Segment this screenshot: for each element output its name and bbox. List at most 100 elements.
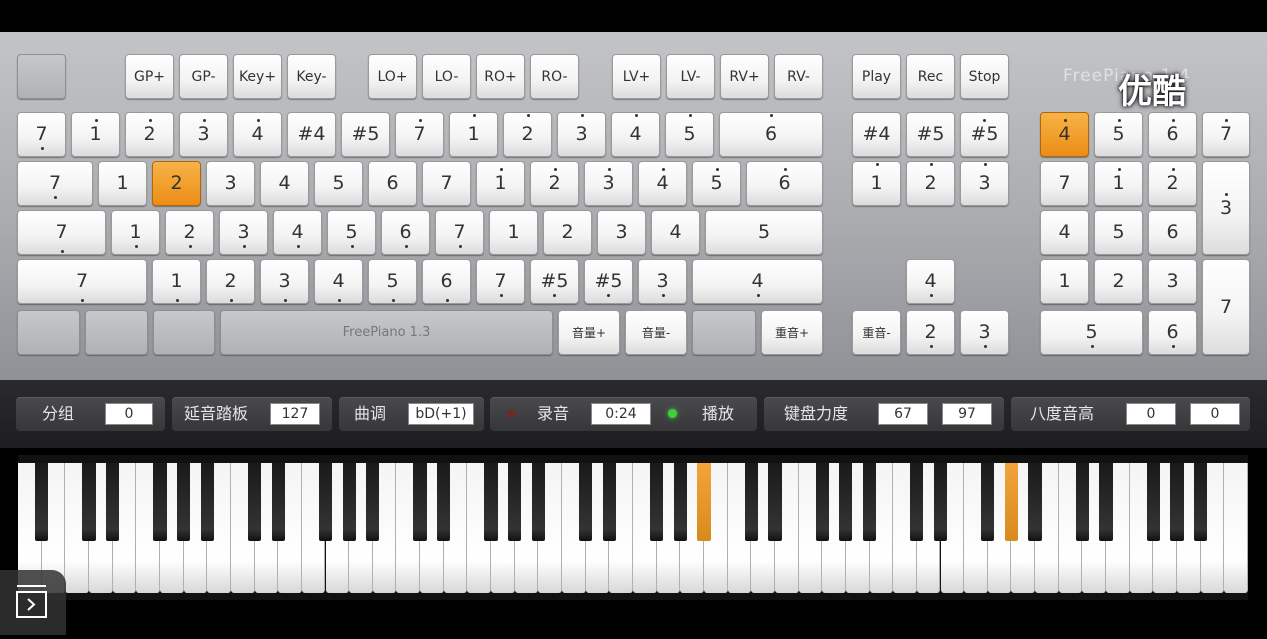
key-5[interactable]: 5 xyxy=(314,161,363,206)
rv-plus-button[interactable]: RV+ xyxy=(720,54,769,99)
key-plus-button[interactable]: Key+ xyxy=(233,54,282,99)
piano-black-key[interactable] xyxy=(1146,463,1160,541)
numpad-plus-key[interactable]: 3 xyxy=(1202,161,1250,255)
numpad-key-3[interactable]: 3 xyxy=(1148,259,1197,304)
key-1[interactable]: 1 xyxy=(449,112,498,157)
key-sharp5[interactable]: #5 xyxy=(906,112,955,157)
key-2[interactable]: 2 xyxy=(152,161,201,206)
piano-black-key[interactable] xyxy=(650,463,664,541)
piano-black-key[interactable] xyxy=(673,463,687,541)
piano-black-key[interactable] xyxy=(247,463,262,541)
piano-black-key[interactable] xyxy=(981,463,995,541)
key-5[interactable]: 5 xyxy=(368,259,417,304)
key-value-field[interactable]: bD(+1) xyxy=(408,403,474,425)
sustain-value-field[interactable]: 127 xyxy=(270,403,320,425)
lo-minus-button[interactable]: LO- xyxy=(422,54,471,99)
lv-plus-button[interactable]: LV+ xyxy=(612,54,661,99)
repeat-up-button[interactable]: 重音+ xyxy=(761,310,823,355)
piano-black-key[interactable] xyxy=(910,463,924,541)
key-1[interactable]: 1 xyxy=(476,161,525,206)
key-2[interactable]: 2 xyxy=(165,210,214,255)
piano-black-key[interactable] xyxy=(579,463,593,541)
blank-key[interactable] xyxy=(692,310,756,355)
blank-key[interactable] xyxy=(153,310,215,355)
gp-plus-button[interactable]: GP+ xyxy=(125,54,174,99)
key-2[interactable]: 2 xyxy=(906,161,955,206)
rec-button[interactable]: Rec xyxy=(906,54,955,99)
numpad-key-2[interactable]: 2 xyxy=(1094,259,1143,304)
record-label[interactable]: 录音 xyxy=(537,397,569,431)
piano-black-key[interactable] xyxy=(366,463,380,541)
key-3[interactable]: 3 xyxy=(597,210,646,255)
key-2[interactable]: 2 xyxy=(530,161,579,206)
piano-black-key[interactable] xyxy=(839,463,853,541)
key-6[interactable]: 6 xyxy=(746,161,823,206)
key-sharp5[interactable]: #5 xyxy=(341,112,390,157)
key-3[interactable]: 3 xyxy=(557,112,606,157)
key-6[interactable]: 6 xyxy=(422,259,471,304)
piano-white-key[interactable] xyxy=(1224,463,1248,593)
numpad-key-7[interactable]: 7 xyxy=(1040,161,1089,206)
key-7[interactable]: 7 xyxy=(17,259,147,304)
key-3[interactable]: 3 xyxy=(219,210,268,255)
key-7[interactable]: 7 xyxy=(476,259,525,304)
key-4[interactable]: 4 xyxy=(273,210,322,255)
key-1[interactable]: 1 xyxy=(98,161,147,206)
group-value-field[interactable]: 0 xyxy=(105,403,153,425)
piano-black-key[interactable] xyxy=(744,463,758,541)
piano-black-key[interactable] xyxy=(82,463,96,541)
piano-black-key[interactable] xyxy=(437,463,451,541)
piano-black-key[interactable] xyxy=(933,463,948,541)
key-7[interactable]: 7 xyxy=(422,161,471,206)
key-3[interactable]: 3 xyxy=(260,259,309,304)
piano-black-key[interactable] xyxy=(1099,463,1113,541)
key-4[interactable]: 4 xyxy=(651,210,700,255)
key-2[interactable]: 2 xyxy=(206,259,255,304)
piano-black-key[interactable] xyxy=(1194,463,1208,541)
key-5[interactable]: 5 xyxy=(327,210,376,255)
key-2[interactable]: 2 xyxy=(906,310,955,355)
key-6[interactable]: 6 xyxy=(381,210,430,255)
piano-black-key[interactable] xyxy=(1170,463,1184,541)
rv-minus-button[interactable]: RV- xyxy=(774,54,823,99)
key-2[interactable]: 2 xyxy=(125,112,174,157)
key-7[interactable]: 7 xyxy=(17,210,106,255)
volume-down-button[interactable]: 音量- xyxy=(625,310,687,355)
key-1[interactable]: 1 xyxy=(489,210,538,255)
player-overlay-button[interactable] xyxy=(0,570,66,635)
key-4[interactable]: 4 xyxy=(611,112,660,157)
piano-black-key[interactable] xyxy=(200,463,214,541)
piano-black-key[interactable] xyxy=(862,463,877,541)
piano-black-key[interactable] xyxy=(342,463,356,541)
key-5[interactable]: 5 xyxy=(705,210,823,255)
key-3[interactable]: 3 xyxy=(584,161,633,206)
numpad-key-5[interactable]: 5 xyxy=(1094,112,1143,157)
key-4[interactable]: 4 xyxy=(906,259,955,304)
ro-minus-button[interactable]: RO- xyxy=(530,54,579,99)
key-sharp5[interactable]: #5 xyxy=(530,259,579,304)
key-5[interactable]: 5 xyxy=(665,112,714,157)
play-button[interactable]: Play xyxy=(852,54,901,99)
numpad-key-5[interactable]: 5 xyxy=(1094,210,1143,255)
key-5[interactable]: 5 xyxy=(692,161,741,206)
repeat-down-button[interactable]: 重音- xyxy=(852,310,901,355)
piano-black-key[interactable] xyxy=(153,463,167,541)
key-sharp4[interactable]: #4 xyxy=(852,112,901,157)
key-6[interactable]: 6 xyxy=(719,112,823,157)
key-1[interactable]: 1 xyxy=(111,210,160,255)
piano-black-key[interactable] xyxy=(508,463,522,541)
lv-minus-button[interactable]: LV- xyxy=(666,54,715,99)
piano-black-key[interactable] xyxy=(1004,463,1019,541)
play-label[interactable]: 播放 xyxy=(702,397,734,431)
key-6[interactable]: 6 xyxy=(368,161,417,206)
piano-black-key[interactable] xyxy=(531,463,545,541)
key-4[interactable]: 4 xyxy=(233,112,282,157)
key-3[interactable]: 3 xyxy=(179,112,228,157)
key-7[interactable]: 7 xyxy=(395,112,444,157)
key-3[interactable]: 3 xyxy=(960,310,1009,355)
velocity-right-field[interactable]: 97 xyxy=(942,403,992,425)
piano-black-key[interactable] xyxy=(1075,463,1090,541)
numpad-key-6[interactable]: 6 xyxy=(1148,112,1197,157)
key-sharp5[interactable]: #5 xyxy=(584,259,633,304)
piano-black-key[interactable] xyxy=(768,463,782,541)
